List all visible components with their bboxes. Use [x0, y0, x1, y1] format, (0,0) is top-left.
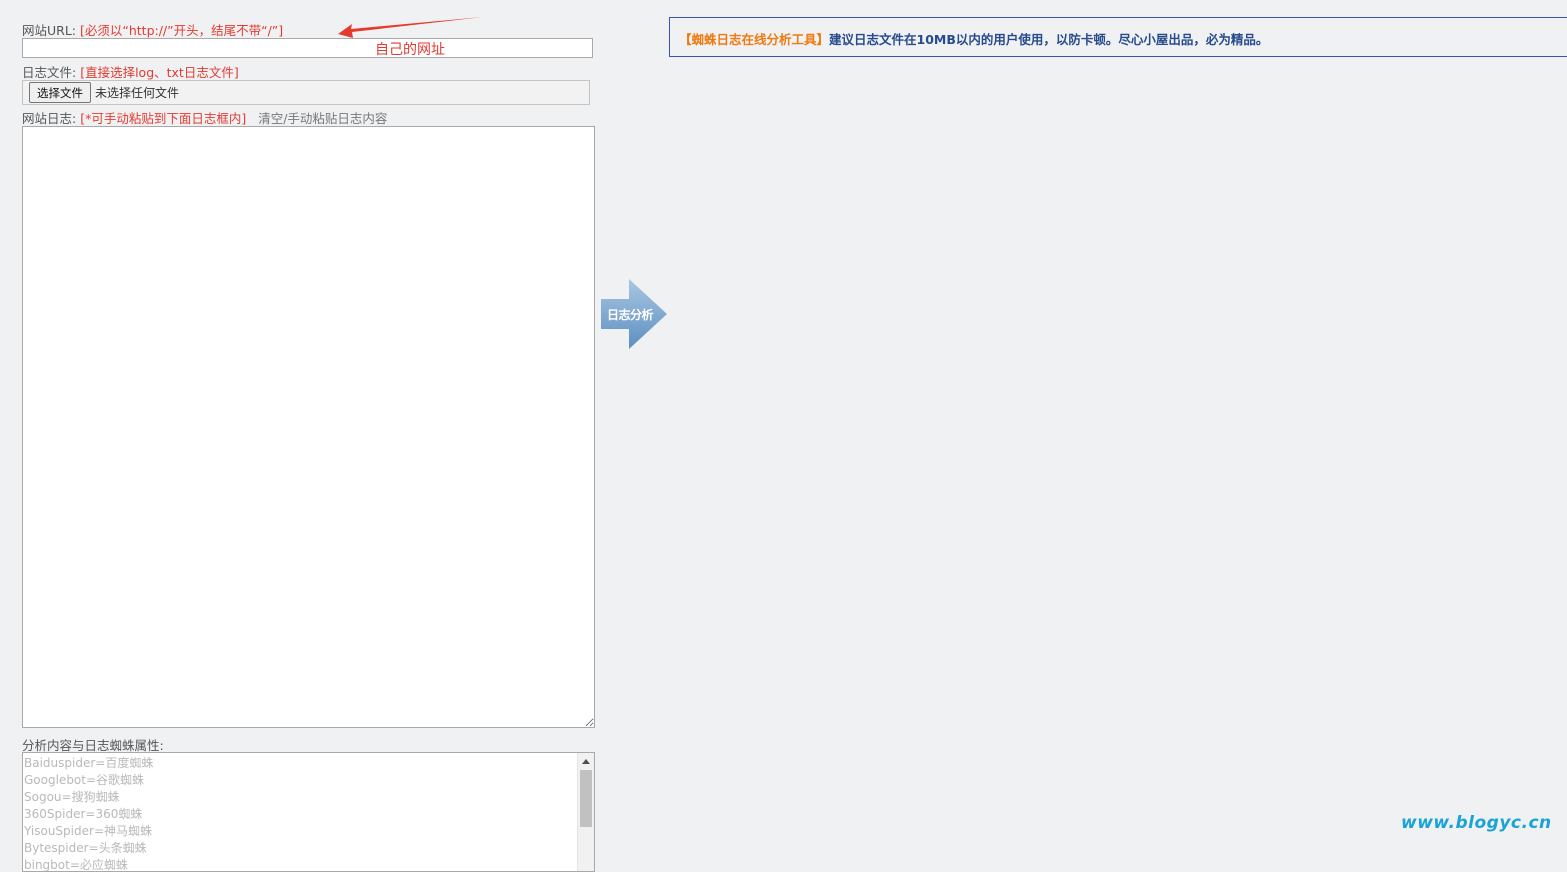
list-item: bingbot=必应蜘蛛	[24, 858, 128, 872]
file-hint: [直接选择log、txt日志文件]	[80, 65, 239, 80]
list-item: Googlebot=谷歌蜘蛛	[24, 773, 145, 787]
annotation-arrow-icon	[338, 17, 483, 38]
file-label-row: 日志文件: [直接选择log、txt日志文件]	[22, 62, 239, 81]
file-status: 未选择任何文件	[95, 86, 180, 100]
log-hint: [*可手动粘贴到下面日志框内]	[80, 111, 247, 126]
notice-text: 建议日志文件在10MB以内的用户使用，以防卡顿。尽心小屋出品，必为精品。	[829, 32, 1269, 47]
list-item: 360Spider=360蜘蛛	[24, 807, 143, 821]
log-label: 网站日志:	[22, 111, 77, 126]
list-item: YisouSpider=神马蜘蛛	[24, 824, 152, 838]
watermark: www.blogyc.cn	[1401, 813, 1552, 833]
analyze-label: 日志分析	[606, 308, 654, 322]
list-item: Sogou=搜狗蜘蛛	[24, 790, 120, 804]
annotation-text: 自己的网址	[375, 42, 445, 58]
spider-attributes-box[interactable]: Baiduspider=百度蜘蛛 Googlebot=谷歌蜘蛛 Sogou=搜狗…	[22, 752, 595, 872]
scroll-up-arrow-icon[interactable]	[582, 759, 590, 764]
clear-log-link[interactable]: 清空/手动粘贴日志内容	[258, 111, 387, 126]
url-input[interactable]	[22, 38, 593, 58]
notice-banner: 【蜘蛛日志在线分析工具】建议日志文件在10MB以内的用户使用，以防卡顿。尽心小屋…	[669, 17, 1567, 57]
log-textarea[interactable]	[22, 126, 595, 728]
file-picker: 选择文件 未选择任何文件	[22, 80, 590, 105]
list-item: Bytespider=头条蜘蛛	[24, 841, 147, 855]
list-item: Baiduspider=百度蜘蛛	[24, 756, 154, 770]
choose-file-button[interactable]: 选择文件	[29, 82, 91, 103]
analyze-log-button[interactable]: 日志分析	[600, 279, 668, 349]
scroll-thumb[interactable]	[580, 770, 592, 827]
url-hint: [必须以“http://”开头，结尾不带“/”]	[80, 23, 284, 38]
spider-list: Baiduspider=百度蜘蛛 Googlebot=谷歌蜘蛛 Sogou=搜狗…	[23, 753, 594, 872]
scrollbar[interactable]	[577, 753, 594, 871]
notice-title: 【蜘蛛日志在线分析工具】	[679, 32, 830, 47]
file-label: 日志文件:	[22, 65, 77, 80]
url-label: 网站URL:	[22, 23, 77, 38]
log-label-row: 网站日志: [*可手动粘贴到下面日志框内] 清空/手动粘贴日志内容	[22, 108, 387, 127]
url-label-row: 网站URL: [必须以“http://”开头，结尾不带“/”]	[22, 20, 283, 39]
